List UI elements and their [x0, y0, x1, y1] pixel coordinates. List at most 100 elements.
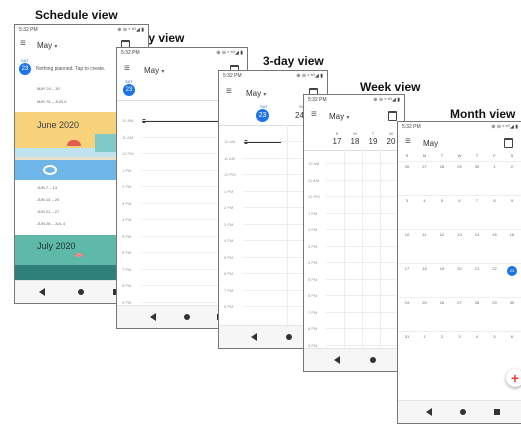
day1-date[interactable]: 23: [256, 109, 269, 122]
hour-gridline: [326, 344, 404, 346]
month-row-divider: [398, 297, 521, 298]
hour-label: 7 PM: [308, 309, 318, 315]
week-day-number[interactable]: 17: [328, 137, 346, 146]
hour-label: 10 AM: [224, 139, 236, 144]
month-day-cell[interactable]: 6: [507, 334, 517, 339]
menu-icon[interactable]: ≡: [124, 63, 130, 74]
home-icon[interactable]: [370, 357, 376, 363]
back-icon[interactable]: [150, 313, 156, 321]
calendar-today-icon[interactable]: [504, 138, 513, 148]
month-day-cell[interactable]: 16: [507, 232, 517, 237]
menu-icon[interactable]: ≡: [311, 109, 317, 120]
hour-label: 5 PM: [308, 276, 318, 282]
empty-day-text[interactable]: Nothing planned. Tap to create.: [36, 66, 105, 72]
month-day-cell[interactable]: 2: [437, 334, 447, 339]
day-column-divider: [344, 150, 345, 350]
home-icon[interactable]: [184, 314, 190, 320]
today-date-badge[interactable]: 23: [19, 63, 31, 75]
day-header-date[interactable]: 23: [123, 84, 135, 96]
month-day-cell[interactable]: 2: [507, 164, 517, 169]
month-day-cell[interactable]: 21: [472, 266, 482, 271]
month-day-cell[interactable]: 24: [402, 300, 412, 305]
home-icon[interactable]: [78, 289, 84, 295]
hour-gridline: [326, 278, 404, 280]
label-schedule-view: Schedule view: [35, 8, 118, 22]
column-divider: [287, 125, 288, 326]
month-day-cell[interactable]: 12: [437, 232, 447, 237]
month-day-cell[interactable]: 30: [507, 300, 517, 305]
month-dropdown[interactable]: May ▾: [246, 89, 266, 98]
month-day-cell[interactable]: 14: [472, 232, 482, 237]
month-day-cell[interactable]: 19: [437, 266, 447, 271]
month-day-cell[interactable]: 20: [455, 266, 465, 271]
back-icon[interactable]: [334, 356, 340, 364]
chevron-down-icon: ▾: [161, 69, 165, 75]
month-day-cell[interactable]: 1: [490, 164, 500, 169]
month-day-cell[interactable]: 18: [420, 266, 430, 271]
month-day-cell[interactable]: 4: [420, 198, 430, 203]
june-umbrella: [67, 140, 81, 146]
menu-icon[interactable]: ≡: [20, 38, 26, 49]
recents-icon[interactable]: [494, 409, 500, 415]
create-event-fab[interactable]: +: [506, 369, 521, 387]
month-day-cell[interactable]: 8: [490, 198, 500, 203]
menu-icon[interactable]: ≡: [405, 136, 411, 147]
month-day-cell[interactable]: 3: [402, 198, 412, 203]
label-week-view: Week view: [360, 80, 421, 94]
home-icon[interactable]: [286, 334, 292, 340]
month-day-cell[interactable]: 28: [472, 300, 482, 305]
month-day-cell[interactable]: 4: [472, 334, 482, 339]
calendar-today-icon[interactable]: [388, 111, 397, 121]
week-day-number[interactable]: 19: [364, 137, 382, 146]
month-day-cell[interactable]: 3: [455, 334, 465, 339]
month-day-cell[interactable]: 26: [402, 164, 412, 169]
status-time: 5:32 PM: [402, 124, 421, 130]
month-day-cell[interactable]: 17: [402, 266, 412, 271]
month-row-divider: [398, 195, 521, 196]
status-icons: ⊕ ⊖ ᵛ ⁵ᴳ◢ ▮: [117, 27, 144, 33]
hour-label: 3 PM: [224, 221, 234, 227]
month-day-cell[interactable]: 27: [420, 164, 430, 169]
month-today-cell[interactable]: 23: [507, 266, 517, 276]
month-day-cell[interactable]: 15: [490, 232, 500, 237]
month-dow-label: T: [475, 153, 479, 158]
hour-gridline: [326, 179, 404, 181]
month-day-cell[interactable]: 6: [455, 198, 465, 203]
month-day-cell[interactable]: 5: [490, 334, 500, 339]
hour-label: 1 PM: [122, 167, 132, 173]
week-day-number[interactable]: 18: [346, 137, 364, 146]
month-dropdown[interactable]: May ▾: [37, 41, 57, 50]
month-dropdown[interactable]: May: [423, 139, 438, 148]
back-icon[interactable]: [251, 333, 257, 341]
month-day-cell[interactable]: 29: [490, 300, 500, 305]
month-day-cell[interactable]: 10: [402, 232, 412, 237]
month-day-cell[interactable]: 13: [455, 232, 465, 237]
month-day-cell[interactable]: 28: [437, 164, 447, 169]
month-day-cell[interactable]: 31: [402, 334, 412, 339]
status-bar: 5:32 PM ⊕ ⊖ ᵛ ⁵ᴳ◢ ▮: [219, 71, 327, 80]
back-icon[interactable]: [39, 288, 45, 296]
home-icon[interactable]: [460, 409, 466, 415]
month-day-cell[interactable]: 30: [472, 164, 482, 169]
month-day-cell[interactable]: 1: [420, 334, 430, 339]
week-range-jun-14: JUN 14 – 20: [37, 197, 60, 202]
month-dropdown[interactable]: May ▾: [144, 66, 164, 75]
hour-gridline: [326, 229, 404, 230]
month-day-cell[interactable]: 5: [437, 198, 447, 203]
month-dropdown-label: May: [423, 139, 439, 148]
month-dropdown[interactable]: May ▾: [329, 112, 349, 121]
month-day-cell[interactable]: 9: [507, 198, 517, 203]
month-day-cell[interactable]: 27: [455, 300, 465, 305]
month-day-cell[interactable]: 11: [420, 232, 430, 237]
month-day-cell[interactable]: 29: [455, 164, 465, 169]
month-day-cell[interactable]: 7: [472, 198, 482, 203]
back-icon[interactable]: [426, 408, 432, 416]
menu-icon[interactable]: ≡: [226, 86, 232, 97]
hour-label: 11 AM: [308, 177, 320, 183]
month-day-cell[interactable]: 26: [437, 300, 447, 305]
month-day-cell[interactable]: 22: [490, 266, 500, 271]
month-dropdown-label: May: [37, 41, 53, 50]
hour-label: 9 PM: [308, 342, 318, 348]
month-day-cell[interactable]: 25: [420, 300, 430, 305]
hour-label: 2 PM: [122, 184, 132, 189]
